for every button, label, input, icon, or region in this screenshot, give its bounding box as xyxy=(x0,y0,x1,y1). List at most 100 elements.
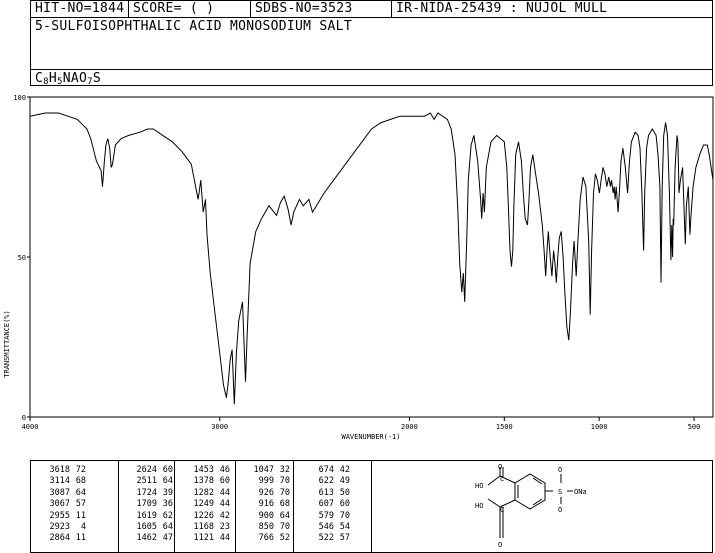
x-tick-label: 1500 xyxy=(496,423,513,431)
peak-wavenumber: 1462 xyxy=(136,533,157,544)
peak-wavenumber: 1724 xyxy=(136,487,157,498)
peak-transmittance: 54 xyxy=(339,522,350,533)
header-sep-3 xyxy=(391,0,392,17)
peak-row: 2923 4 xyxy=(36,522,86,533)
struct-label: O xyxy=(558,466,562,474)
peak-transmittance: 57 xyxy=(339,533,350,544)
peak-transmittance: 44 xyxy=(219,533,230,544)
peak-wavenumber: 999 xyxy=(253,476,274,487)
x-tick-label: 3000 xyxy=(211,423,228,431)
chart-axes xyxy=(29,96,714,418)
peak-row: 2955 11 xyxy=(36,511,86,522)
struct-label: S xyxy=(558,488,562,496)
peak-row: 1226 42 xyxy=(180,511,230,522)
peak-row: 766 52 xyxy=(240,533,290,544)
peak-wavenumber: 613 xyxy=(313,487,334,498)
peak-wavenumber: 1619 xyxy=(136,510,157,521)
peak-column: 1047 32 999 70 926 70 916 68 900 64 850 70 766… xyxy=(240,465,290,545)
peak-row: 900 64 xyxy=(240,511,290,522)
x-axis-label: WAVENUMBER(-1) xyxy=(341,433,400,441)
peak-row: 579 70 xyxy=(300,511,350,522)
peak-wavenumber: 3618 xyxy=(49,465,70,475)
peak-row: 999 70 xyxy=(240,476,290,487)
formula-element: C xyxy=(35,71,44,86)
peak-row: 1709 36 xyxy=(123,499,173,510)
peak-row: 522 57 xyxy=(300,533,350,544)
peak-wavenumber: 674 xyxy=(313,465,334,475)
peak-transmittance: 52 xyxy=(279,533,290,544)
peak-wavenumber: 1453 xyxy=(193,465,214,475)
y-tick-label: 100 xyxy=(13,94,26,102)
peak-wavenumber: 850 xyxy=(253,522,274,533)
peak-row: 3087 64 xyxy=(36,488,86,499)
peak-row: 916 68 xyxy=(240,499,290,510)
struct-label: ONa xyxy=(574,488,587,496)
x-tick-label: 500 xyxy=(688,423,701,431)
peak-transmittance: 70 xyxy=(279,476,290,487)
peak-wavenumber: 3087 xyxy=(49,487,70,498)
peak-wavenumber: 766 xyxy=(253,533,274,544)
peak-wavenumber: 579 xyxy=(313,510,334,521)
struct-label: HO xyxy=(475,502,483,510)
peak-transmittance: 36 xyxy=(162,499,173,510)
peak-transmittance: 68 xyxy=(75,476,86,487)
peak-row: 3114 68 xyxy=(36,476,86,487)
peak-row: 1724 39 xyxy=(123,488,173,499)
peak-wavenumber: 1378 xyxy=(193,476,214,487)
peak-row: 1619 62 xyxy=(123,511,173,522)
peak-wavenumber: 1121 xyxy=(193,533,214,544)
peak-wavenumber: 1282 xyxy=(193,487,214,498)
peak-wavenumber: 1709 xyxy=(136,499,157,510)
sdbs-number: SDBS-NO=3523 xyxy=(255,1,353,16)
peak-transmittance: 42 xyxy=(219,510,230,521)
peak-wavenumber: 2955 xyxy=(49,510,70,521)
peak-transmittance: 11 xyxy=(75,533,86,544)
peak-row: 850 70 xyxy=(240,522,290,533)
struct-label: C xyxy=(500,506,504,514)
formula-divider xyxy=(30,69,713,70)
formula-element: S xyxy=(92,71,101,86)
peak-transmittance: 60 xyxy=(339,499,350,510)
peak-wavenumber: 607 xyxy=(313,499,334,510)
peak-wavenumber: 2511 xyxy=(136,476,157,487)
peak-row: 2511 64 xyxy=(123,476,173,487)
peak-transmittance: 46 xyxy=(219,465,230,475)
peak-transmittance: 60 xyxy=(162,465,173,475)
struct-label: C xyxy=(500,475,504,483)
peak-transmittance: 70 xyxy=(339,510,350,521)
peak-wavenumber: 1605 xyxy=(136,522,157,533)
peak-wavenumber: 1047 xyxy=(253,465,274,475)
struct-label: O xyxy=(498,541,502,549)
peak-row: 3067 57 xyxy=(36,499,86,510)
peak-row: 1462 47 xyxy=(123,533,173,544)
y-axis-label: TRANSMITTANCE(%) xyxy=(3,310,11,377)
peak-transmittance: 64 xyxy=(162,522,173,533)
peak-sep-2 xyxy=(174,460,175,553)
compound-name: 5-SULFOISOPHTHALIC ACID MONOSODIUM SALT xyxy=(35,19,352,34)
peak-row: 674 42 xyxy=(300,465,350,476)
x-tick-label: 2000 xyxy=(401,423,418,431)
peak-transmittance: 23 xyxy=(219,522,230,533)
peak-row: 1282 44 xyxy=(180,488,230,499)
peak-transmittance: 72 xyxy=(75,465,86,475)
peak-wavenumber: 522 xyxy=(313,533,334,544)
y-tick-label: 50 xyxy=(18,254,26,262)
peak-transmittance: 11 xyxy=(75,510,86,521)
benzene-ring xyxy=(514,473,546,510)
peak-wavenumber: 1249 xyxy=(193,499,214,510)
peak-transmittance: 44 xyxy=(219,499,230,510)
peak-transmittance: 64 xyxy=(75,487,86,498)
peak-column: 3618 72 3114 68 3087 64 3067 57 2955 11 2923 4 2864 1… xyxy=(36,465,86,545)
peak-row: 1168 23 xyxy=(180,522,230,533)
formula-element: NAO xyxy=(62,71,88,86)
peak-sep-3 xyxy=(235,460,236,553)
struct-label: O xyxy=(498,463,502,471)
peak-wavenumber: 3114 xyxy=(49,476,70,487)
peak-transmittance: 50 xyxy=(339,487,350,498)
peak-wavenumber: 2624 xyxy=(136,465,157,475)
peak-transmittance: 70 xyxy=(279,487,290,498)
plot-frame xyxy=(29,96,714,418)
peak-transmittance: 64 xyxy=(279,510,290,521)
struct-label: O xyxy=(558,506,562,514)
peak-transmittance: 64 xyxy=(162,476,173,487)
